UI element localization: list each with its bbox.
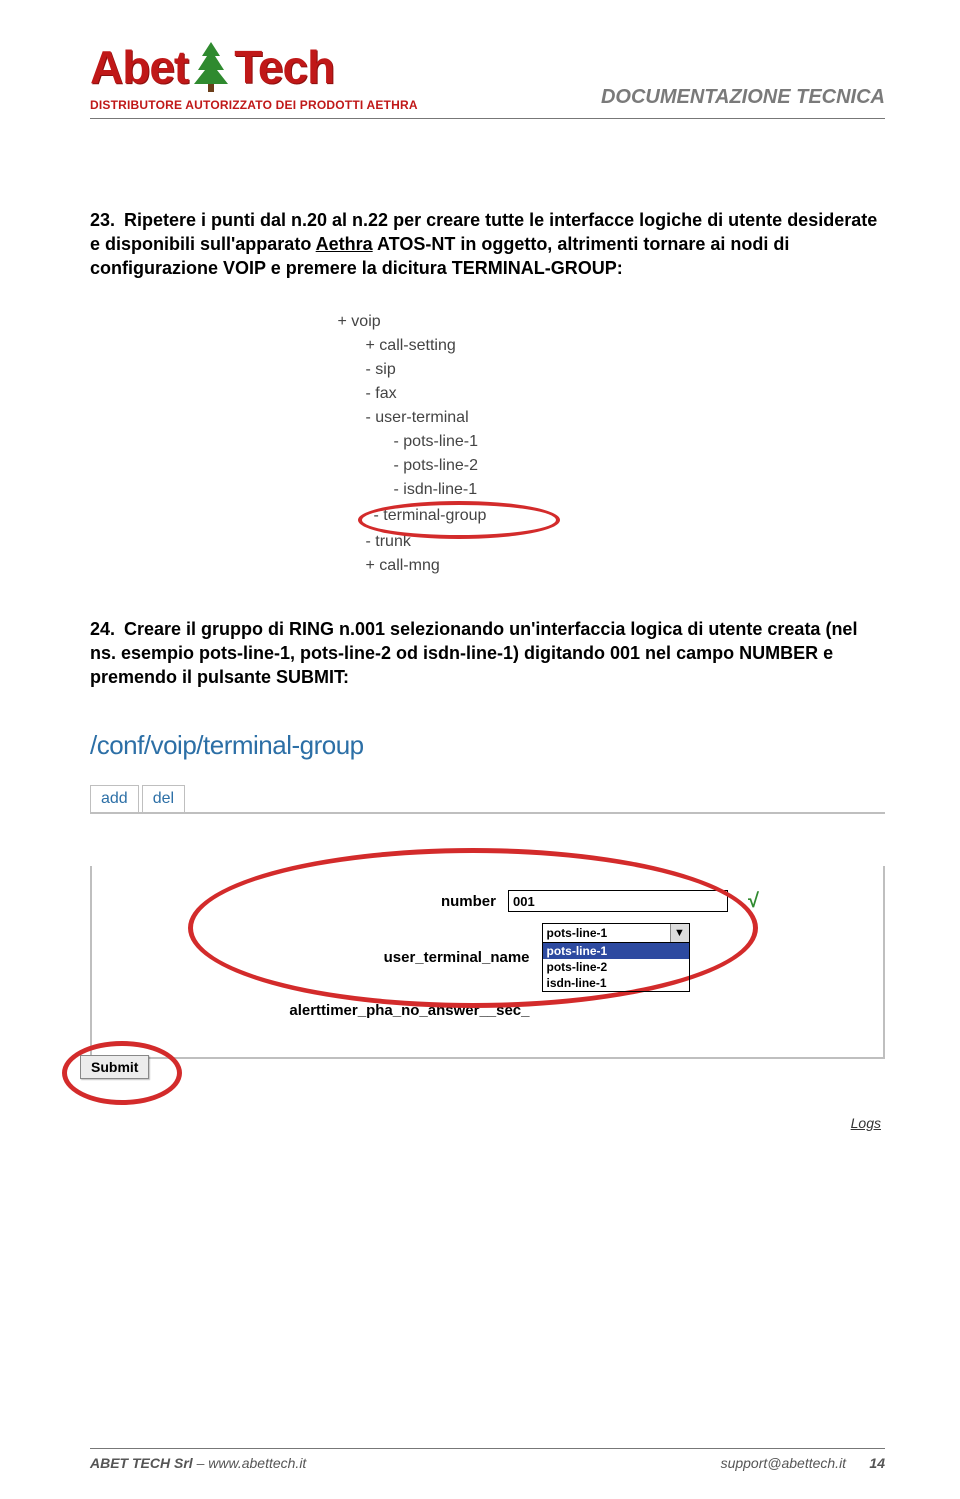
page-footer: ABET TECH Srl – www.abettech.it support@…	[90, 1448, 885, 1471]
breadcrumb: /conf/voip/terminal-group	[90, 730, 885, 761]
highlight-ellipse-icon	[358, 501, 560, 539]
document-title: DOCUMENTAZIONE TECNICA	[601, 86, 885, 112]
para-24-number: 24.	[90, 618, 124, 642]
tree-user-terminal[interactable]: - user-terminal	[366, 406, 638, 430]
select-option[interactable]: pots-line-2	[543, 959, 689, 975]
tree-pots-line-2[interactable]: - pots-line-2	[394, 454, 638, 478]
tree-fax[interactable]: - fax	[366, 382, 638, 406]
select-option[interactable]: pots-line-1	[543, 943, 689, 959]
tree-pots-line-1[interactable]: - pots-line-1	[394, 430, 638, 454]
footer-page-number: 14	[869, 1455, 885, 1471]
tab-del[interactable]: del	[142, 785, 185, 812]
tab-bar: add del	[90, 785, 885, 814]
select-current-value: pots-line-1	[547, 926, 608, 940]
tree-call-mng[interactable]: + call-mng	[366, 554, 638, 578]
chevron-down-icon: ▼	[670, 924, 689, 942]
select-dropdown-list: pots-line-1 pots-line-2 isdn-line-1	[542, 943, 690, 992]
label-number: number	[216, 893, 496, 910]
tree-call-setting[interactable]: + call-setting	[366, 334, 638, 358]
tree-icon	[184, 40, 238, 94]
para-23-number: 23.	[90, 209, 124, 233]
tree-sip[interactable]: - sip	[366, 358, 638, 382]
para-23-link-aethra[interactable]: Aethra	[316, 234, 373, 254]
para-24-text: Creare il gruppo di RING n.001 seleziona…	[90, 619, 857, 687]
number-field[interactable]	[508, 890, 728, 912]
logo-tech-text: Tech	[234, 40, 334, 94]
logs-link[interactable]: Logs	[90, 1115, 881, 1131]
paragraph-24: 24.Creare il gruppo di RING n.001 selezi…	[90, 618, 885, 689]
paragraph-23: 23.Ripetere i punti dal n.20 al n.22 per…	[90, 209, 885, 280]
select-option[interactable]: isdn-line-1	[543, 975, 689, 991]
label-alerttimer: alerttimer_pha_no_answer__sec_	[250, 1002, 530, 1019]
footer-support: support@abettech.it	[721, 1455, 847, 1471]
logo: Abet Tech	[90, 40, 418, 94]
footer-sep: –	[193, 1455, 209, 1471]
footer-url: www.abettech.it	[208, 1455, 306, 1471]
page-header: Abet Tech DISTRIBUTORE AUTORIZZATO DEI P…	[90, 40, 885, 112]
tree-isdn-line-1[interactable]: - isdn-line-1	[394, 478, 638, 502]
user-terminal-select[interactable]: pots-line-1 ▼ pots-line-1 pots-line-2 is…	[542, 923, 690, 992]
form-panel: number √ user_terminal_name pots-line-1 …	[90, 866, 885, 1059]
logo-abet-text: Abet	[90, 40, 188, 94]
tree-terminal-group[interactable]: - terminal-group	[366, 505, 495, 527]
config-tree: + voip + call-setting - sip - fax - user…	[338, 310, 638, 578]
distributor-line: DISTRIBUTORE AUTORIZZATO DEI PRODOTTI AE…	[90, 98, 418, 112]
label-user-terminal-name: user_terminal_name	[250, 949, 530, 966]
tab-add[interactable]: add	[90, 785, 139, 812]
highlight-ellipse-icon	[62, 1041, 182, 1105]
tree-voip[interactable]: + voip	[338, 310, 638, 334]
check-icon: √	[748, 890, 759, 913]
footer-company: ABET TECH Srl	[90, 1455, 193, 1471]
footer-divider	[90, 1448, 885, 1449]
header-divider	[90, 118, 885, 119]
